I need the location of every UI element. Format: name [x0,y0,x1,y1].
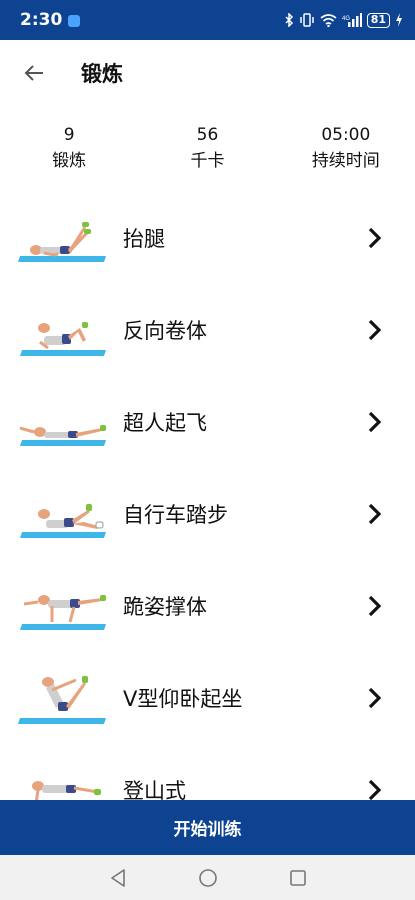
system-nav-bar [0,855,415,900]
exercise-name: V型仰卧起坐 [123,687,243,711]
start-workout-button[interactable]: 开始训练 [0,800,415,855]
workout-stats: 9 锻炼 56 千卡 05:00 持续时间 [0,122,415,174]
chevron-right-icon [365,501,385,527]
nav-back-button[interactable] [107,867,129,889]
status-bar: 2:30 4G 81 [0,0,415,40]
square-recents-icon [289,869,306,886]
exercise-thumbnail [18,576,110,636]
page-title: 锻炼 [81,62,123,86]
exercise-thumbnail [18,484,110,544]
battery-icon: 81 [366,12,390,28]
stat-label: 千卡 [190,151,225,171]
nav-home-button[interactable] [197,867,219,889]
chevron-right-icon [365,593,385,619]
exercise-item-v-up[interactable]: V型仰卧起坐 [0,652,415,744]
exercise-thumbnail [18,392,110,452]
exercise-name: 跪姿撑体 [123,595,207,619]
exercise-list[interactable]: 抬腿 反向卷体 超人起飞 自行车踏步 跪姿撑体 V型仰卧起坐 登山式 [0,192,415,800]
stat-value: 05:00 [321,125,371,145]
exercise-item-superman[interactable]: 超人起飞 [0,376,415,468]
exercise-thumbnail [18,760,110,800]
circle-home-icon [198,868,217,887]
exercise-item-bird-dog[interactable]: 跪姿撑体 [0,560,415,652]
nav-recents-button[interactable] [287,867,309,889]
arrow-left-icon [24,65,43,81]
chevron-right-icon [365,225,385,251]
exercise-item-reverse-crunch[interactable]: 反向卷体 [0,284,415,376]
exercise-name: 抬腿 [123,227,165,251]
exercise-thumbnail [18,300,110,360]
signal-icon: 4G [342,13,362,27]
status-time: 2:30 [20,10,63,30]
stat-exercises: 9 锻炼 [0,122,138,174]
exercise-name: 自行车踏步 [123,503,228,527]
stat-duration: 05:00 持续时间 [277,122,415,174]
exercise-name: 反向卷体 [123,319,207,343]
notification-app-icon [68,15,81,27]
svg-text:4G: 4G [342,16,350,22]
chevron-right-icon [365,317,385,343]
stat-label: 锻炼 [52,151,87,171]
app-bar: 锻炼 [0,40,415,106]
triangle-back-icon [110,868,125,887]
chevron-right-icon [365,409,385,435]
bluetooth-icon [285,13,293,27]
exercise-thumbnail [18,668,110,728]
back-button[interactable] [17,56,51,90]
wifi-icon [320,13,337,27]
chevron-right-icon [365,777,385,800]
vibrate-icon [299,13,314,27]
stat-value: 56 [196,125,219,145]
status-icons: 4G 81 [284,12,403,28]
chevron-right-icon [365,685,385,711]
charging-icon [396,13,402,27]
exercise-item-mountain-climber[interactable]: 登山式 [0,744,415,800]
stat-label: 持续时间 [311,151,380,171]
exercise-name: 登山式 [123,779,186,800]
exercise-item-bicycle[interactable]: 自行车踏步 [0,468,415,560]
exercise-name: 超人起飞 [123,411,207,435]
exercise-item-leg-raise[interactable]: 抬腿 [0,192,415,284]
stat-calories: 56 千卡 [138,122,276,174]
stat-value: 9 [63,125,75,145]
exercise-thumbnail [18,208,110,268]
